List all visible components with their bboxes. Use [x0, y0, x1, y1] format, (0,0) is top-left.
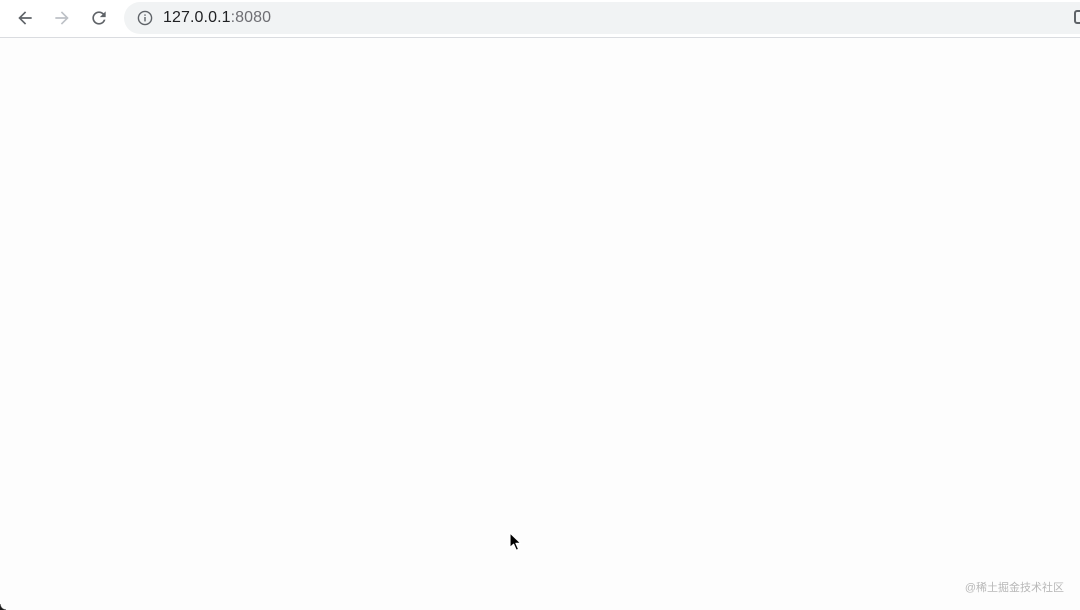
browser-toolbar: 127.0.0.1:8080 [0, 0, 1080, 38]
back-button[interactable] [11, 4, 39, 32]
url-port: :8080 [230, 9, 272, 26]
reload-icon [92, 11, 106, 25]
watermark: @稀土掘金技术社区 [964, 582, 1064, 594]
forward-button[interactable] [48, 4, 76, 32]
info-icon[interactable] [137, 10, 153, 26]
url-host: 127.0.0.1 [163, 9, 231, 26]
page-content: @稀土掘金技术社区 [0, 38, 1080, 610]
arrow-left-icon [18, 11, 32, 25]
window-corner [0, 604, 6, 610]
browser-window: 127.0.0.1:8080 @稀土掘金技术社区 [0, 0, 1080, 610]
arrow-right-icon [55, 11, 69, 25]
reload-button[interactable] [85, 4, 113, 32]
extension-icon[interactable] [1074, 10, 1080, 24]
mouse-cursor-icon [509, 532, 522, 551]
url-text[interactable]: 127.0.0.1:8080 [163, 9, 271, 27]
address-bar[interactable]: 127.0.0.1:8080 [124, 2, 1080, 34]
